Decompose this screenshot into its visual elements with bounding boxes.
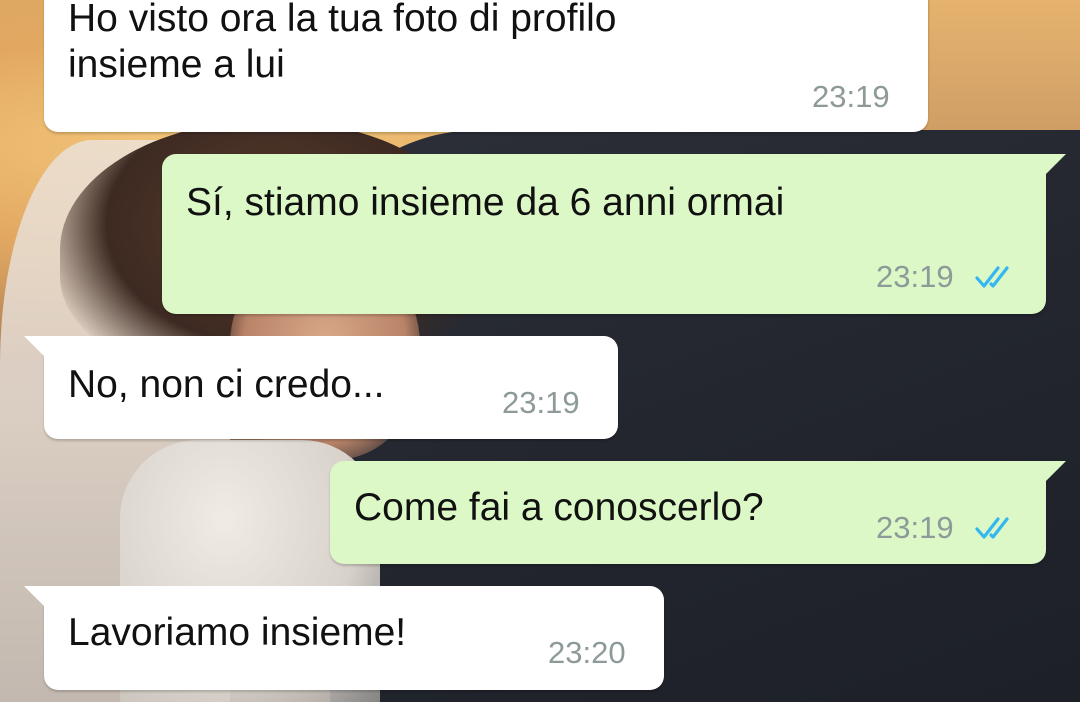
message-bubble-incoming[interactable]: Ho visto ora la tua foto di profilo insi… — [44, 0, 928, 132]
message-text: Ho visto ora la tua foto di profilo insi… — [68, 0, 617, 86]
bubble-tail — [24, 336, 46, 358]
message-text: Lavoriamo insieme! — [68, 611, 407, 654]
message-timestamp: 23:19 — [876, 510, 954, 545]
message-text: No, non ci credo... — [68, 363, 385, 406]
message-timestamp: 23:19 — [876, 259, 954, 294]
message-bubble-outgoing[interactable]: Come fai a conoscerlo? 23:19 — [330, 461, 1066, 564]
message-timestamp: 23:20 — [548, 635, 626, 670]
message-text: Come fai a conoscerlo? — [354, 486, 764, 529]
message-text: Sí, stiamo insieme da 6 anni ormai — [186, 181, 785, 224]
message-bubble-outgoing[interactable]: Sí, stiamo insieme da 6 anni ormai 23:19 — [162, 154, 1066, 314]
bubble-tail — [1044, 461, 1066, 483]
double-check-icon — [975, 266, 1009, 288]
double-check-icon — [975, 517, 1009, 539]
message-timestamp: 23:19 — [812, 79, 890, 114]
bubble-tail — [1044, 154, 1066, 176]
message-bubble-incoming[interactable]: No, non ci credo... 23:19 — [24, 336, 618, 439]
message-timestamp: 23:19 — [502, 385, 580, 420]
message-bubble-incoming[interactable]: Lavoriamo insieme! 23:20 — [24, 586, 664, 690]
bubble-tail — [24, 586, 46, 608]
